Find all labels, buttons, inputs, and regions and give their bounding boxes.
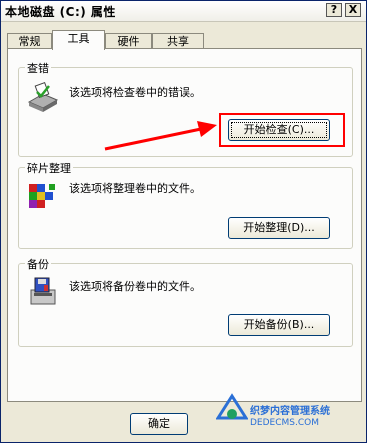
annotation-arrow: [104, 121, 217, 151]
window-title: 本地磁盘 (C:) 属性: [5, 5, 116, 19]
help-button[interactable]: ?: [326, 3, 342, 17]
backup-title: 备份: [25, 256, 51, 272]
tab-sharing[interactable]: 共享: [152, 33, 204, 49]
error-check-title: 查错: [25, 60, 51, 76]
defrag-icon: [29, 184, 55, 208]
ok-button[interactable]: 确定: [130, 413, 188, 435]
backup-icon: [30, 277, 56, 305]
watermark-logo-icon: [216, 393, 248, 420]
backup-description: 该选项将备份卷中的文件。: [69, 280, 201, 293]
watermark-en-text: DEDECMS.COM: [250, 418, 319, 428]
close-icon: X: [348, 3, 358, 16]
highlight-box: [219, 113, 345, 147]
tab-general[interactable]: 常规: [7, 33, 52, 49]
tab-hardware[interactable]: 硬件: [105, 33, 152, 49]
help-icon: ?: [330, 3, 338, 16]
error-check-description: 该选项将检查卷中的错误。: [69, 86, 201, 99]
defrag-title: 碎片整理: [25, 160, 73, 176]
defrag-description: 该选项将整理卷中的文件。: [69, 182, 201, 195]
watermark-cn-text: 织梦内容管理系统: [250, 406, 330, 417]
properties-dialog: 本地磁盘 (C:) 属性 ? X 常规 工具 硬件 共享 查错 该选项将检查卷中…: [0, 0, 367, 443]
title-bar[interactable]: 本地磁盘 (C:) 属性 ? X: [1, 1, 366, 22]
close-button[interactable]: X: [345, 3, 361, 17]
tab-tools[interactable]: 工具: [52, 30, 105, 50]
start-backup-button[interactable]: 开始备份(B)...: [228, 314, 330, 336]
start-defrag-button[interactable]: 开始整理(D)...: [228, 217, 330, 239]
watermark: 织梦内容管理系统 DEDECMS.COM: [212, 384, 362, 436]
disk-check-icon: [27, 82, 59, 112]
